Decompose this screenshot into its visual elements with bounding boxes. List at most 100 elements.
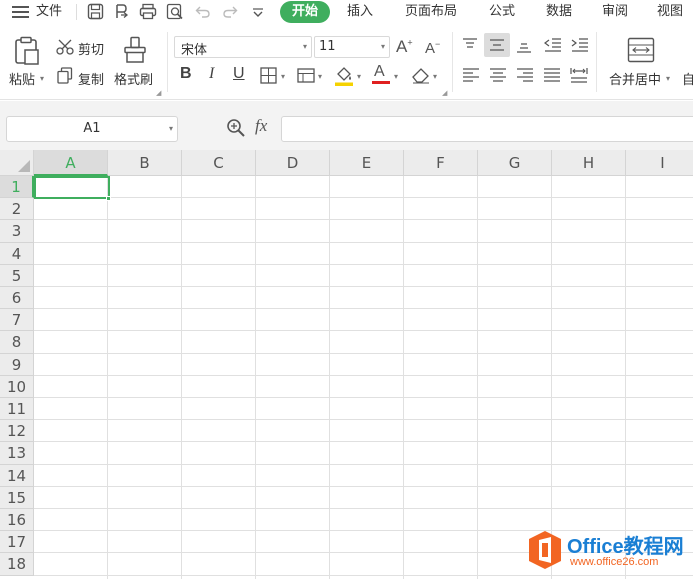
row-header-2[interactable]: 2 (0, 198, 34, 221)
zoom-search-icon[interactable] (226, 118, 246, 142)
hamburger-menu-icon[interactable] (12, 5, 30, 19)
row-header-4[interactable]: 4 (0, 242, 34, 265)
chevron-down-icon: ▾ (302, 42, 307, 51)
tab-home[interactable]: 开始 (280, 1, 331, 23)
quick-access-more-icon[interactable] (252, 7, 264, 22)
column-header-e[interactable]: E (330, 150, 404, 176)
column-header-a[interactable]: A (34, 150, 108, 176)
row-header-12[interactable]: 12 (0, 420, 34, 443)
fx-icon[interactable]: fx (255, 116, 267, 136)
formula-input[interactable] (281, 116, 693, 142)
redo-icon[interactable] (222, 4, 238, 23)
align-left-icon[interactable] (462, 67, 480, 87)
paste-button[interactable]: 粘贴 (9, 69, 35, 88)
row-header-18[interactable]: 18 (0, 553, 34, 576)
gridline-horizontal (34, 330, 693, 332)
align-middle-icon (490, 39, 504, 51)
row-header-3[interactable]: 3 (0, 220, 34, 243)
row-header-8[interactable]: 8 (0, 331, 34, 354)
borders-dropdown-icon[interactable]: ▾ (281, 72, 285, 81)
fill-handle[interactable] (106, 196, 111, 202)
export-pdf-icon[interactable] (113, 3, 130, 24)
italic-button[interactable]: I (209, 65, 214, 83)
format-painter-icon[interactable] (122, 36, 148, 68)
cell-style-icon[interactable] (297, 67, 315, 88)
row-header-11[interactable]: 11 (0, 398, 34, 421)
spreadsheet-grid[interactable]: ABCDEFGHI 1 2 3 4 5 6 7 8 9 10 11 12 13 14 15 16 17 18 (0, 150, 693, 579)
row-header-6[interactable]: 6 (0, 287, 34, 310)
cut-icon[interactable] (56, 39, 74, 59)
row-header-10[interactable]: 10 (0, 375, 34, 398)
align-middle-button[interactable] (484, 33, 510, 57)
save-icon[interactable] (87, 3, 104, 24)
align-center-icon[interactable] (489, 67, 507, 87)
column-header-f[interactable]: F (404, 150, 478, 176)
align-bottom-icon[interactable] (516, 37, 532, 57)
row-header-15[interactable]: 15 (0, 486, 34, 509)
clear-format-icon[interactable] (411, 66, 431, 88)
tab-view[interactable]: 视图 (657, 0, 683, 24)
justify-icon[interactable] (543, 67, 561, 87)
clear-format-dropdown-icon[interactable]: ▾ (433, 72, 437, 81)
column-header-h[interactable]: H (552, 150, 626, 176)
gridline-horizontal (34, 463, 693, 465)
column-header-i[interactable]: I (626, 150, 693, 176)
fill-color-icon[interactable] (334, 65, 354, 91)
undo-icon[interactable] (195, 4, 211, 23)
tab-formulas[interactable]: 公式 (489, 0, 515, 24)
font-size-select[interactable]: 11 ▾ (314, 36, 390, 58)
paste-dropdown-icon[interactable]: ▾ (40, 74, 44, 83)
name-box[interactable]: A1 ▾ (6, 116, 178, 142)
column-header-g[interactable]: G (478, 150, 552, 176)
group-launcher-icon[interactable]: ◢ (156, 89, 161, 97)
font-color-dropdown-icon[interactable]: ▾ (394, 72, 398, 81)
paste-icon[interactable] (13, 36, 41, 70)
decrease-indent-icon[interactable] (544, 37, 562, 57)
row-header-5[interactable]: 5 (0, 264, 34, 287)
font-color-button[interactable]: A (372, 63, 390, 85)
merge-center-button[interactable]: 合并居中 (609, 69, 661, 88)
shrink-font-button[interactable]: A− (425, 39, 440, 57)
print-preview-icon[interactable] (166, 3, 184, 24)
row-header-17[interactable]: 17 (0, 531, 34, 554)
row-header-9[interactable]: 9 (0, 353, 34, 376)
group-launcher-icon[interactable]: ◢ (442, 89, 447, 97)
tab-insert[interactable]: 插入 (347, 0, 373, 24)
bold-button[interactable]: B (180, 65, 192, 83)
autosum-button-truncated[interactable]: 自 (682, 69, 693, 88)
name-box-value: A1 (83, 121, 101, 136)
fill-color-dropdown-icon[interactable]: ▾ (357, 72, 361, 81)
tab-page-layout[interactable]: 页面布局 (405, 0, 457, 24)
borders-icon[interactable] (260, 67, 277, 88)
print-icon[interactable] (139, 3, 157, 24)
file-menu[interactable]: 文件 (36, 0, 62, 24)
align-top-icon[interactable] (462, 37, 478, 57)
column-header-b[interactable]: B (108, 150, 182, 176)
copy-icon[interactable] (57, 67, 73, 88)
column-header-c[interactable]: C (182, 150, 256, 176)
distribute-icon[interactable] (570, 67, 588, 87)
grow-font-button[interactable]: A+ (396, 37, 413, 57)
align-right-icon[interactable] (516, 67, 534, 87)
format-painter-button[interactable]: 格式刷 (114, 69, 153, 88)
gridline-horizontal (34, 485, 693, 487)
row-header-16[interactable]: 16 (0, 509, 34, 532)
cut-button[interactable]: 剪切 (78, 39, 104, 58)
copy-button[interactable]: 复制 (78, 69, 104, 88)
row-header-13[interactable]: 13 (0, 442, 34, 465)
row-header-14[interactable]: 14 (0, 464, 34, 487)
select-all-corner[interactable] (0, 150, 34, 176)
font-color-swatch (372, 81, 390, 84)
font-name-select[interactable]: 宋体 ▾ (174, 36, 312, 58)
underline-button[interactable]: U (233, 65, 245, 83)
column-header-d[interactable]: D (256, 150, 330, 176)
merge-center-dropdown-icon[interactable]: ▾ (666, 74, 670, 83)
tab-data[interactable]: 数据 (546, 0, 572, 24)
active-cell-A1[interactable] (34, 176, 110, 200)
cell-style-dropdown-icon[interactable]: ▾ (318, 72, 322, 81)
row-header-1[interactable]: 1 (0, 176, 34, 199)
increase-indent-icon[interactable] (571, 37, 589, 57)
row-header-7[interactable]: 7 (0, 309, 34, 332)
tab-review[interactable]: 审阅 (602, 0, 628, 24)
merge-center-icon[interactable] (627, 37, 655, 67)
